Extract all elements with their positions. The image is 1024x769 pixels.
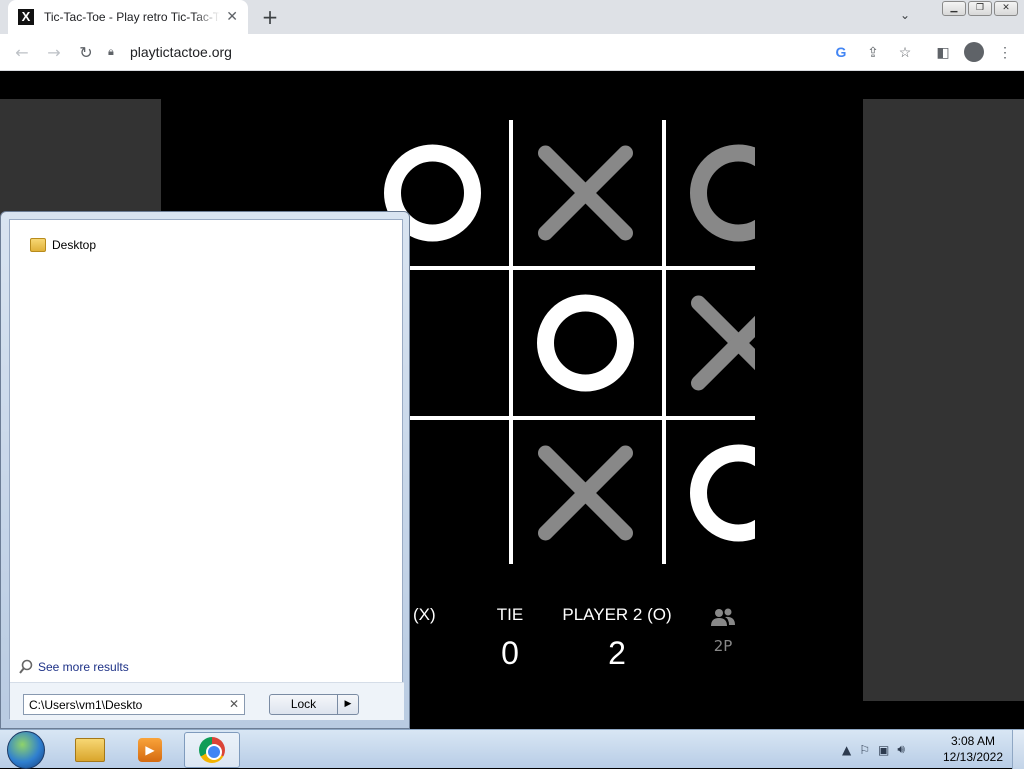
- volume-icon[interactable]: 🔊︎: [897, 742, 905, 757]
- forward-button[interactable]: →: [38, 36, 70, 68]
- network-icon[interactable]: ▣: [878, 743, 889, 757]
- scoreboard: PLAYER 1 (X) 2 TIE 0 PLAYER 2 (O) 2 2P: [328, 605, 760, 685]
- clock-time: 3:08 AM: [950, 734, 996, 748]
- system-tray: ▲ ⚐ ▣ 🔊︎: [842, 730, 905, 769]
- clear-search-icon[interactable]: ✕: [229, 697, 239, 711]
- omnibox-actions: G ⇪ ☆: [830, 38, 916, 66]
- search-result-desktop[interactable]: Desktop: [30, 238, 96, 252]
- lock-icon[interactable]: 🔒︎: [108, 45, 124, 59]
- start-button[interactable]: [7, 731, 45, 769]
- menu-kebab-icon[interactable]: ⋮: [994, 44, 1016, 61]
- show-hidden-icons-icon[interactable]: ▲: [842, 743, 851, 757]
- o-mark: [690, 444, 755, 542]
- lock-button-label: Lock: [290, 697, 317, 711]
- start-menu-bottom-bar: ✕ Lock ▶: [10, 683, 404, 720]
- start-search-box[interactable]: ✕: [23, 694, 245, 715]
- back-button[interactable]: ←: [6, 36, 38, 68]
- taskbar-media-player[interactable]: ▶: [122, 732, 178, 768]
- browser-tab[interactable]: X Tic-Tac-Toe - Play retro Tic-Tac-Toe ✕: [8, 0, 248, 34]
- tie-label: TIE: [496, 605, 524, 624]
- action-center-icon[interactable]: ⚐: [859, 743, 870, 757]
- lock-button[interactable]: Lock ▶: [269, 694, 359, 715]
- close-window-button[interactable]: ✕: [994, 1, 1018, 16]
- share-icon[interactable]: ⇪: [862, 44, 884, 61]
- player2-value: 2: [608, 635, 626, 671]
- right-ad-panel: [863, 99, 1024, 701]
- browser-tab-strip: X Tic-Tac-Toe - Play retro Tic-Tac-Toe ✕…: [0, 0, 1024, 34]
- bookmark-star-icon[interactable]: ☆: [894, 44, 916, 61]
- profile-avatar[interactable]: [964, 42, 984, 62]
- tab-close-icon[interactable]: ✕: [226, 9, 238, 25]
- o-mark: [690, 144, 755, 242]
- clock-date: 12/13/2022: [942, 750, 1004, 764]
- url-text: playtictactoe.org: [130, 44, 232, 60]
- see-more-results-label: See more results: [38, 660, 129, 674]
- side-panel-icon[interactable]: ◧: [932, 44, 954, 61]
- two-player-mode-toggle[interactable]: 2P: [710, 607, 736, 655]
- taskbar-explorer[interactable]: [62, 732, 118, 768]
- player2-label: PLAYER 2 (O): [562, 605, 672, 624]
- tab-title: Tic-Tac-Toe - Play retro Tic-Tac-Toe: [44, 10, 220, 24]
- taskbar-chrome[interactable]: [184, 732, 240, 768]
- media-player-icon: ▶: [138, 738, 162, 762]
- address-bar[interactable]: 🔒︎ playtictactoe.org G ⇪ ☆: [108, 38, 916, 66]
- chrome-icon: [199, 737, 225, 763]
- new-tab-button[interactable]: +: [258, 6, 282, 30]
- see-more-results-link[interactable]: See more results: [18, 659, 129, 675]
- window-controls: ▁ ❐ ✕: [942, 1, 1018, 16]
- google-lens-icon[interactable]: G: [830, 44, 852, 60]
- minimize-button[interactable]: ▁: [942, 1, 966, 16]
- reload-button[interactable]: ↻: [70, 36, 102, 68]
- tab-search-chevron-icon[interactable]: ⌄: [896, 8, 914, 26]
- tie-score: TIE 0: [488, 605, 532, 672]
- shutdown-options-arrow-icon[interactable]: ▶: [337, 695, 358, 714]
- tab-favicon-icon: X: [18, 9, 34, 25]
- tie-value: 0: [501, 635, 519, 671]
- start-menu: Desktop See more results ✕ Lock ▶: [0, 211, 410, 729]
- folder-icon: [30, 238, 46, 252]
- browser-toolbar: ← → ↻ 🔒︎ playtictactoe.org G ⇪ ☆ ◧ ⋮: [0, 34, 1024, 71]
- two-players-icon: [711, 608, 735, 626]
- restore-button[interactable]: ❐: [968, 1, 992, 16]
- start-search-input[interactable]: [29, 697, 221, 712]
- mode-label: 2P: [713, 637, 733, 655]
- file-explorer-icon: [75, 738, 105, 762]
- taskbar-clock[interactable]: 3:08 AM 12/13/2022: [938, 733, 1008, 765]
- start-menu-results-pane: Desktop See more results ✕ Lock ▶: [9, 219, 404, 720]
- o-mark: [537, 294, 634, 392]
- magnifier-icon: [19, 659, 33, 674]
- player2-score: PLAYER 2 (O) 2: [558, 605, 676, 672]
- show-desktop-button[interactable]: [1012, 730, 1024, 769]
- search-result-label: Desktop: [52, 238, 97, 252]
- toolbar-right: ◧ ⋮: [932, 38, 1016, 66]
- taskbar: ▶ ▲ ⚐ ▣ 🔊︎ 3:08 AM 12/13/2022: [0, 729, 1024, 769]
